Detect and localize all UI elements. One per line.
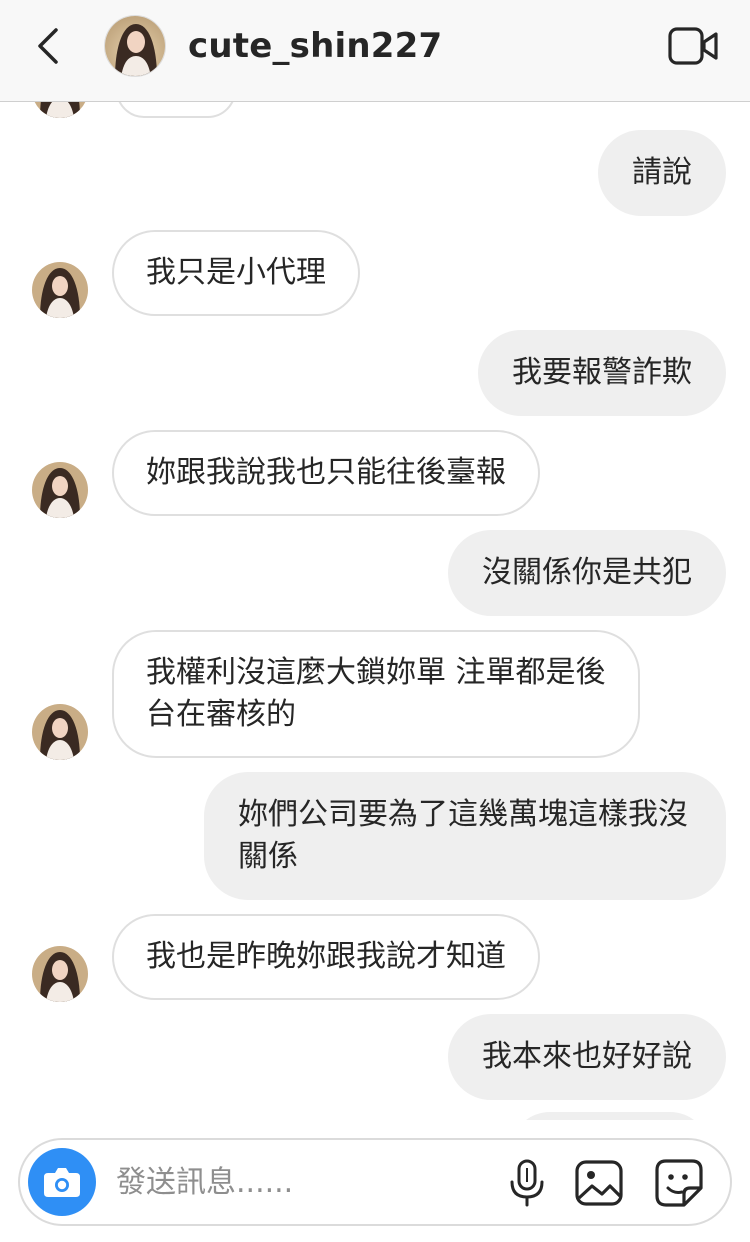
message-bubble-incoming[interactable]: 我也是昨晚妳跟我說才知道 — [112, 914, 540, 1000]
message-bubble-outgoing[interactable]: 我本來也好好說 — [448, 1014, 726, 1100]
sender-avatar[interactable] — [32, 462, 88, 518]
camera-button[interactable] — [28, 1148, 96, 1216]
camera-icon — [44, 1168, 80, 1197]
sender-avatar[interactable] — [32, 262, 88, 318]
video-call-button[interactable] — [668, 26, 720, 66]
sticker-button[interactable] — [654, 1158, 704, 1208]
microphone-icon — [510, 1159, 544, 1207]
message-bubble-outgoing[interactable]: 沒關係你是共犯 — [448, 530, 726, 616]
image-icon — [575, 1160, 623, 1206]
chat-header: cute_shin227 — [0, 0, 750, 102]
message-bubble-outgoing[interactable]: 妳們公司要為了這幾萬塊這樣我沒關係 — [204, 772, 726, 900]
message-bubble-outgoing[interactable]: 我要報警詐欺 — [478, 330, 726, 416]
message-bubble-incoming[interactable]: 我權利沒這麼大鎖妳單 注單都是後台在審核的 — [112, 630, 640, 758]
sender-avatar[interactable] — [32, 704, 88, 760]
video-camera-icon — [668, 27, 718, 65]
sender-avatar[interactable] — [32, 946, 88, 1002]
message-composer — [18, 1138, 732, 1226]
direct-message-screen: cute_shin227 請說 我只是小代理 我要報警詐欺 妳跟我說我也只能往後… — [0, 0, 750, 1242]
message-input[interactable] — [116, 1160, 476, 1204]
message-bubble-incoming[interactable]: 妳跟我說我也只能往後臺報 — [112, 430, 540, 516]
message-bubble-outgoing[interactable]: 請說 — [598, 130, 726, 216]
voice-message-button[interactable] — [502, 1158, 552, 1208]
chat-username[interactable]: cute_shin227 — [188, 26, 442, 66]
message-bubble-partial[interactable] — [116, 102, 236, 118]
avatar-image — [105, 16, 165, 76]
avatar-image — [32, 462, 88, 518]
avatar-image — [32, 704, 88, 760]
sender-avatar[interactable] — [32, 102, 88, 118]
message-bubble-incoming[interactable]: 我只是小代理 — [112, 230, 360, 316]
profile-avatar[interactable] — [104, 15, 166, 77]
back-button[interactable] — [28, 24, 72, 68]
message-list[interactable]: 請說 我只是小代理 我要報警詐欺 妳跟我說我也只能往後臺報 沒關係你是共犯 我權… — [0, 102, 750, 1120]
message-bubble-partial[interactable] — [510, 1112, 710, 1120]
gallery-button[interactable] — [574, 1158, 624, 1208]
avatar-image — [32, 946, 88, 1002]
sticker-icon — [655, 1159, 703, 1207]
avatar-image — [32, 262, 88, 318]
chevron-left-icon — [38, 28, 58, 64]
